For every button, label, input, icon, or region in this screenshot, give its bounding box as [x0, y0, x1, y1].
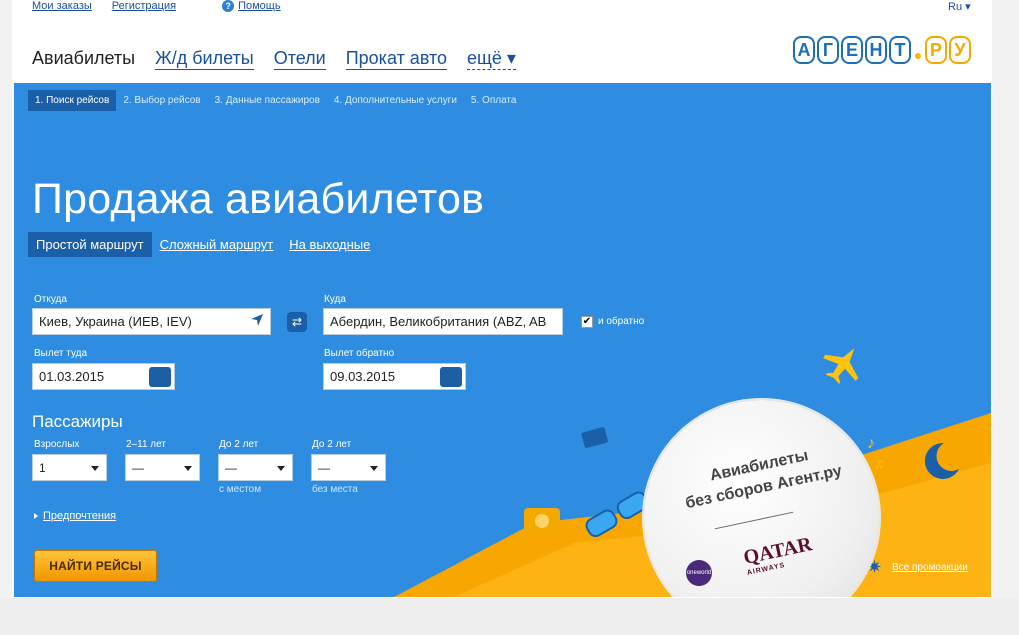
- return-label: Вылет обратно: [324, 348, 395, 359]
- bottom-strip: [0, 598, 1019, 635]
- promo-divider: [714, 511, 794, 530]
- return-date-field[interactable]: 09.03.2015: [323, 363, 466, 390]
- logo-letter: Г: [817, 36, 839, 64]
- triangle-right-icon: [34, 513, 38, 520]
- step-select: 2. Выбор рейсов: [123, 95, 201, 106]
- tab-complex-route[interactable]: Сложный маршрут: [152, 232, 282, 257]
- roundtrip-label: и обратно: [598, 316, 645, 327]
- to-label: Куда: [324, 294, 346, 305]
- booking-steps: 1. Поиск рейсов 2. Выбор рейсов 3. Данны…: [28, 90, 523, 111]
- to-value: Абердин, Великобритания (ABZ, AB: [330, 314, 547, 329]
- swap-icon[interactable]: ⇄: [287, 312, 307, 332]
- step-search: 1. Поиск рейсов: [28, 90, 117, 111]
- logo-letter: Т: [889, 36, 911, 64]
- tab-simple-route[interactable]: Простой маршрут: [28, 232, 152, 257]
- logo-letter: Н: [865, 36, 887, 64]
- tab-weekend[interactable]: На выходные: [281, 232, 378, 257]
- preferences-label: Предпочтения: [43, 510, 117, 522]
- help-link[interactable]: Помощь: [238, 0, 281, 12]
- language-selector[interactable]: Ru ▾: [948, 0, 971, 13]
- preferences-toggle[interactable]: Предпочтения: [34, 510, 116, 522]
- calendar-icon[interactable]: [440, 367, 462, 387]
- nav-trains[interactable]: Ж/д билеты: [155, 48, 254, 70]
- infant-noseat-value: —: [318, 460, 330, 475]
- camera-icon: [524, 508, 560, 534]
- logo-letter: Е: [841, 36, 863, 64]
- children-label: 2–11 лет: [126, 439, 166, 450]
- to-field[interactable]: Абердин, Великобритания (ABZ, AB: [323, 308, 563, 335]
- calendar-icon[interactable]: [149, 367, 171, 387]
- chevron-down-icon: [277, 466, 285, 471]
- infant-seat-value: —: [225, 460, 237, 475]
- logo-letter: У: [949, 36, 971, 64]
- chevron-down-icon: [184, 466, 192, 471]
- from-value: Киев, Украина (ИЕВ, IEV): [39, 314, 192, 329]
- airplane-icon: [823, 348, 859, 384]
- promo-text: Авиабилеты без сборов Агент.ру: [642, 431, 881, 523]
- roundtrip-checkbox[interactable]: ✔: [581, 316, 593, 328]
- register-link[interactable]: Регистрация: [112, 0, 176, 12]
- logo-dot: [915, 53, 921, 59]
- logo-letter: Р: [925, 36, 947, 64]
- my-orders-link[interactable]: Мои заказы: [32, 0, 92, 12]
- main-nav: Авиабилеты Ж/д билеты Отели Прокат авто …: [32, 48, 516, 70]
- oneworld-logo: oneworld: [686, 560, 712, 586]
- children-value: —: [132, 460, 144, 475]
- step-extras: 4. Дополнительные услуги: [333, 95, 457, 106]
- search-flights-button[interactable]: НАЙТИ РЕЙСЫ: [34, 550, 157, 582]
- adults-label: Взрослых: [34, 439, 80, 450]
- from-field[interactable]: Киев, Украина (ИЕВ, IEV): [32, 308, 271, 335]
- depart-label: Вылет туда: [34, 348, 88, 359]
- question-icon: ?: [222, 0, 235, 12]
- chevron-down-icon: [370, 466, 378, 471]
- infant-seat-sub: с местом: [219, 484, 262, 495]
- top-links: Мои заказы Регистрация ? Помощь: [32, 0, 281, 12]
- infant-seat-select[interactable]: —: [218, 454, 293, 481]
- help-link-wrap[interactable]: ? Помощь: [222, 0, 281, 12]
- nav-more[interactable]: ещё ▾: [467, 48, 516, 70]
- page-title: Продажа авиабилетов: [32, 175, 485, 223]
- all-promos-link[interactable]: Все промоакции: [892, 562, 968, 573]
- infant-noseat-sub: без места: [312, 484, 358, 495]
- agent-ru-logo[interactable]: А Г Е Н Т Р У: [793, 36, 971, 64]
- step-passengers: 3. Данные пассажиров: [214, 95, 320, 106]
- search-hero: ♪ ♫ ✷ 1. Поиск рейсов 2. Выбор рейсов 3.…: [14, 83, 991, 597]
- step-payment: 5. Оплата: [470, 95, 517, 106]
- suitcase-icon: [581, 427, 608, 449]
- infant-noseat-select[interactable]: —: [311, 454, 386, 481]
- nav-hotels[interactable]: Отели: [273, 48, 326, 70]
- adults-select[interactable]: 1: [32, 454, 107, 481]
- route-type-tabs: Простой маршрут Сложный маршрут На выход…: [28, 232, 378, 257]
- qatar-airways-logo: QATAR AIRWAYS: [742, 533, 816, 577]
- from-label: Откуда: [34, 294, 67, 305]
- children-select[interactable]: —: [125, 454, 200, 481]
- depart-date-field[interactable]: 01.03.2015: [32, 363, 175, 390]
- nav-car-rental[interactable]: Прокат авто: [345, 48, 448, 70]
- passengers-title: Пассажиры: [32, 412, 123, 431]
- return-value: 09.03.2015: [330, 369, 396, 384]
- logo-letter: А: [793, 36, 815, 64]
- depart-value: 01.03.2015: [39, 369, 105, 384]
- infant-noseat-label: До 2 лет: [312, 439, 352, 450]
- nav-flights[interactable]: Авиабилеты: [32, 48, 135, 70]
- chevron-down-icon: [91, 466, 99, 471]
- infant-seat-label: До 2 лет: [219, 439, 259, 450]
- location-arrow-icon[interactable]: [250, 313, 264, 327]
- adults-value: 1: [39, 460, 46, 475]
